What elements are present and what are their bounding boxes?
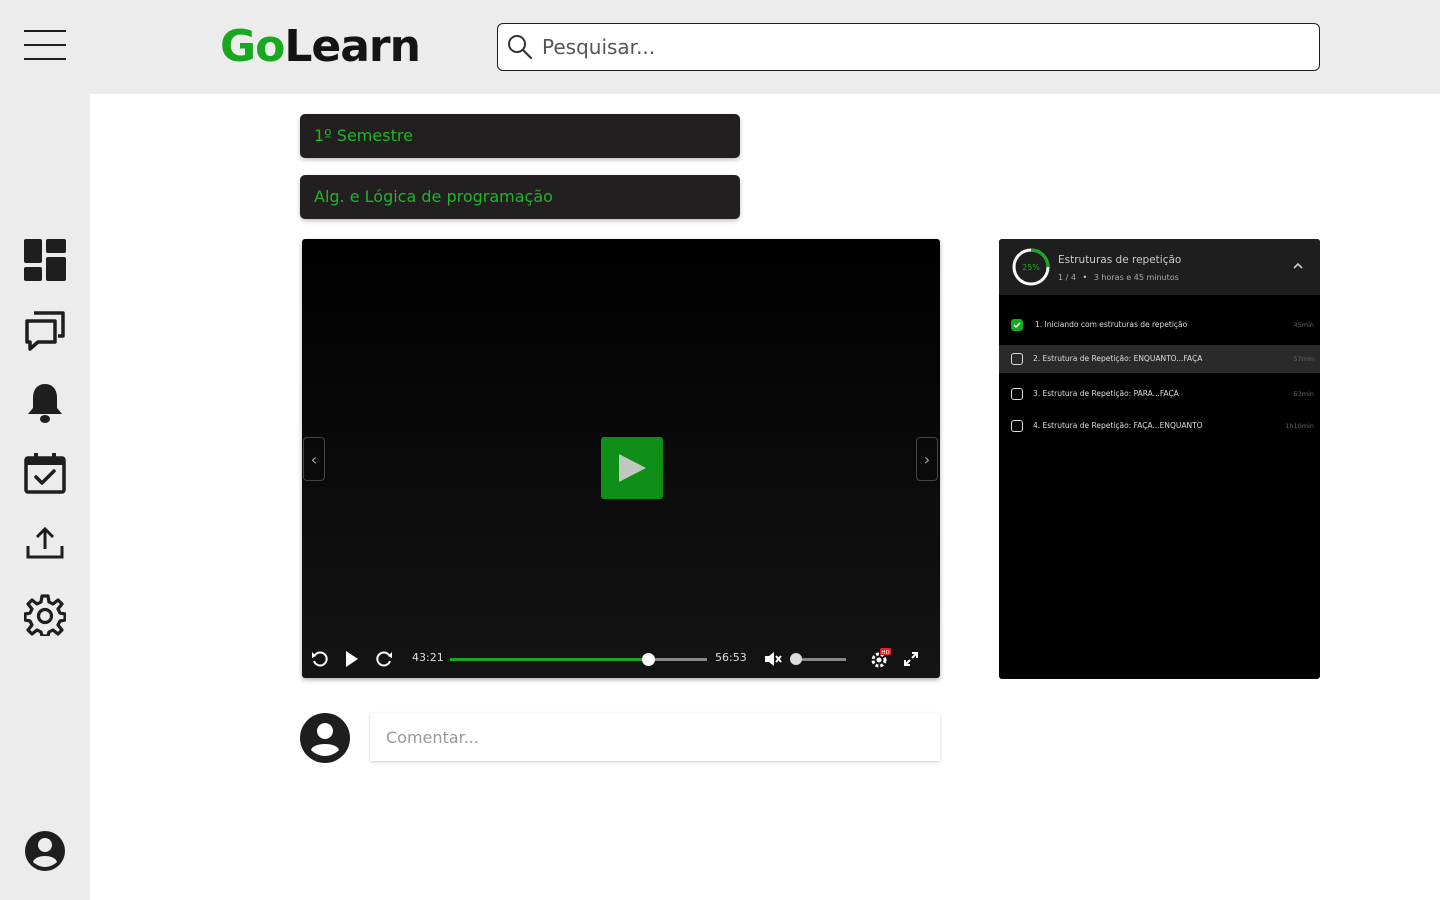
playlist-item-duration: 1h10min: [1285, 422, 1314, 430]
mute-icon[interactable]: [764, 650, 782, 668]
bell-icon[interactable]: [24, 381, 66, 423]
volume-knob[interactable]: [790, 653, 802, 665]
playlist-item[interactable]: 1. Iniciando com estruturas de repetição…: [999, 311, 1320, 339]
play-button[interactable]: [601, 437, 663, 499]
playlist-header[interactable]: 25% Estruturas de repetição 1 / 4 • 3 ho…: [999, 239, 1320, 295]
calendar-check-icon[interactable]: [24, 452, 66, 494]
playlist-count: 1 / 4: [1058, 273, 1076, 282]
gear-icon[interactable]: [23, 594, 67, 638]
logo-learn: Learn: [284, 21, 421, 72]
bullet: •: [1082, 273, 1088, 282]
playlist-item-label: 3. Estrutura de Repetição: PARA...FAÇA: [1033, 389, 1179, 398]
progress-knob[interactable]: [641, 653, 655, 666]
checkbox[interactable]: [1011, 353, 1023, 365]
progress-bar[interactable]: [450, 653, 707, 666]
playlist-item[interactable]: 2. Estrutura de Repetição: ENQUANTO...FA…: [999, 345, 1320, 373]
checkbox-checked[interactable]: [1011, 319, 1023, 331]
comment-input[interactable]: [370, 713, 940, 761]
hd-badge: HD: [881, 650, 889, 656]
menu-icon[interactable]: [24, 30, 66, 60]
rewind-icon[interactable]: [311, 650, 329, 668]
forward-icon[interactable]: [375, 650, 393, 668]
total-time: 56:53: [715, 651, 747, 664]
player-controls: 43:21 56:53 HD: [302, 639, 940, 679]
logo-go: Go: [220, 21, 285, 72]
course-select[interactable]: Alg. e Lógica de programação: [300, 175, 740, 219]
fullscreen-icon[interactable]: [903, 651, 919, 667]
chat-icon[interactable]: [24, 309, 66, 351]
progress-fill: [450, 658, 648, 661]
next-arrow[interactable]: ›: [916, 437, 938, 481]
playlist-item-label: 2. Estrutura de Repetição: ENQUANTO...FA…: [1033, 354, 1203, 363]
upload-icon[interactable]: [24, 524, 66, 566]
playlist-item-duration: 57min: [1293, 355, 1314, 363]
playlist-title: Estruturas de repetição: [1058, 254, 1182, 266]
playlist-panel: 25% Estruturas de repetição 1 / 4 • 3 ho…: [999, 239, 1320, 679]
semester-select[interactable]: 1º Semestre: [300, 114, 740, 158]
search-bar: [497, 23, 1320, 71]
volume-slider[interactable]: [790, 653, 846, 665]
search-icon: [508, 35, 533, 60]
account-icon[interactable]: [24, 830, 66, 872]
playlist-meta: 1 / 4 • 3 horas e 45 minutos: [1058, 273, 1179, 282]
settings-icon[interactable]: HD: [870, 647, 892, 669]
progress-percent: 25%: [1022, 263, 1040, 272]
logo: GoLearn: [220, 21, 421, 72]
search-input[interactable]: [542, 35, 1262, 59]
video-player[interactable]: ‹ › 43:21 56:53 HD: [302, 239, 940, 678]
playlist-item-duration: 45min: [1293, 321, 1314, 329]
playlist-item-duration: 53min: [1293, 390, 1314, 398]
playlist-item-label: 1. Iniciando com estruturas de repetição: [1035, 320, 1188, 329]
main-content: 1º Semestre Alg. e Lógica de programação…: [90, 94, 1440, 900]
checkbox[interactable]: [1011, 388, 1023, 400]
current-time: 43:21: [412, 651, 444, 664]
progress-ring: 25%: [1012, 248, 1050, 286]
previous-arrow[interactable]: ‹: [303, 437, 325, 481]
dashboard-icon[interactable]: [24, 239, 66, 281]
playlist-item-label: 4. Estrutura de Repetição: FAÇA...ENQUAN…: [1033, 421, 1203, 430]
chevron-up-icon[interactable]: [1292, 260, 1304, 272]
playlist-item[interactable]: 3. Estrutura de Repetição: PARA...FAÇA 5…: [999, 380, 1320, 408]
checkbox[interactable]: [1011, 420, 1023, 432]
play-small-icon[interactable]: [344, 650, 360, 668]
playlist-duration: 3 horas e 45 minutos: [1093, 273, 1179, 282]
user-avatar-icon: [300, 713, 350, 763]
play-icon: [619, 454, 646, 482]
playlist-item[interactable]: 4. Estrutura de Repetição: FAÇA...ENQUAN…: [999, 412, 1320, 440]
